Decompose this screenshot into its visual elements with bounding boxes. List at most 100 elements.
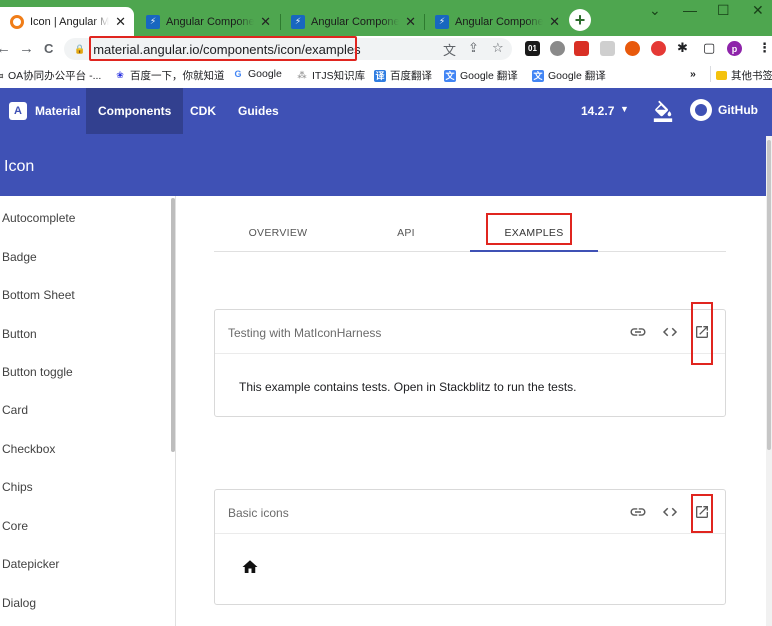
page-title: Icon <box>4 158 35 175</box>
extension-icon[interactable] <box>651 41 666 56</box>
translate-icon[interactable]: 文 <box>443 40 456 59</box>
close-icon[interactable]: ✕ <box>115 14 126 30</box>
browser-tab-title: Angular Components <box>166 15 255 28</box>
open-in-new-icon[interactable] <box>693 504 711 520</box>
browser-tab-title: Icon | Angular Material <box>30 15 110 28</box>
side-panel-icon[interactable]: ▢ <box>703 40 715 56</box>
share-icon[interactable]: ⇪ <box>468 40 479 56</box>
itjs-icon: ⁂ <box>297 70 307 80</box>
extension-badge[interactable]: 01 <box>525 41 540 56</box>
version-selector[interactable]: 14.2.7 <box>581 104 614 118</box>
page-scrollbar-thumb[interactable] <box>767 140 771 450</box>
browser-tab-strip: Icon | Angular Material ✕ ⚡ Angular Comp… <box>0 0 772 36</box>
active-tab-indicator <box>470 250 598 252</box>
bookmarks-overflow-button[interactable]: » <box>690 68 696 80</box>
sidebar-item-datepicker[interactable]: Datepicker <box>2 557 59 571</box>
sidebar-item-bottom-sheet[interactable]: Bottom Sheet <box>2 288 75 302</box>
close-icon[interactable]: ✕ <box>405 14 416 30</box>
link-icon[interactable] <box>629 504 647 520</box>
menu-icon[interactable]: ⋮ <box>758 40 771 56</box>
window-close-icon[interactable]: ✕ <box>752 2 764 19</box>
nav-guides[interactable]: Guides <box>226 88 291 134</box>
nav-components[interactable]: Components <box>86 88 184 134</box>
browser-tab[interactable]: ⚡ Angular Components ✕ <box>136 7 279 36</box>
sidebar-item-button[interactable]: Button <box>2 327 37 341</box>
reload-icon[interactable]: C <box>44 41 53 57</box>
sidebar-item-card[interactable]: Card <box>2 403 28 417</box>
baidu-translate-icon: 译 <box>374 69 386 82</box>
puzzle-icon[interactable]: ✱ <box>677 40 688 56</box>
bookmark-item[interactable]: ❀ 百度一下，你就知道 <box>114 68 224 83</box>
bookmarks-bar: ¤ OA协同办公平台 -... ❀ 百度一下，你就知道 G Google ⁂ I… <box>0 62 772 88</box>
star-icon[interactable]: ☆ <box>492 40 504 56</box>
bookmark-item[interactable]: 译 百度翻译 <box>374 68 432 83</box>
extension-icon[interactable] <box>625 41 640 56</box>
bookmarks-separator <box>710 66 711 82</box>
sidebar-item-checkbox[interactable]: Checkbox <box>2 442 55 456</box>
other-bookmarks[interactable]: 其他书签 <box>716 68 772 83</box>
close-icon[interactable]: ✕ <box>260 14 271 30</box>
content-tab-bar: OVERVIEW API EXAMPLES <box>214 214 726 252</box>
back-icon[interactable]: ← <box>0 41 11 57</box>
stackblitz-icon: ⚡ <box>291 14 305 29</box>
close-icon[interactable]: ✕ <box>549 14 560 30</box>
sidebar-scrollbar[interactable] <box>171 198 175 452</box>
bookmark-favicon-icon: ¤ <box>0 70 4 81</box>
example-card-basic-icons: Basic icons <box>214 489 726 605</box>
stackblitz-icon: ⚡ <box>435 14 449 29</box>
angular-material-icon <box>10 14 24 29</box>
extension-icon[interactable] <box>574 41 589 56</box>
open-in-new-icon[interactable] <box>693 324 711 340</box>
tab-api[interactable]: API <box>342 214 470 252</box>
bookmark-item[interactable]: 文 Google 翻译 <box>532 68 606 83</box>
example-title: Testing with MatIconHarness <box>228 326 382 340</box>
url-text[interactable]: material.angular.io/components/icon/exam… <box>93 42 360 57</box>
page-header: Icon <box>0 134 772 196</box>
google-translate-icon: 文 <box>532 69 544 82</box>
example-description: This example contains tests. Open in Sta… <box>239 380 577 394</box>
sidebar-item-autocomplete[interactable]: Autocomplete <box>2 211 75 225</box>
sidebar-item-core[interactable]: Core <box>2 519 28 533</box>
site-toolbar: A Material Components CDK Guides 14.2.7 … <box>0 88 772 134</box>
example-card-header: Basic icons <box>215 490 725 534</box>
extension-icon[interactable] <box>550 41 565 56</box>
browser-tab[interactable]: ⚡ Angular Components ✕ <box>281 7 424 36</box>
code-icon[interactable] <box>661 504 679 520</box>
bookmark-item[interactable]: ¤ OA协同办公平台 -... <box>0 68 101 83</box>
maximize-icon[interactable]: ☐ <box>717 2 730 19</box>
browser-tab-title: Angular Components <box>311 15 400 28</box>
example-title: Basic icons <box>228 506 289 520</box>
google-icon: G <box>234 69 242 79</box>
component-sidebar: Autocomplete Badge Bottom Sheet Button B… <box>0 196 176 626</box>
browser-tab[interactable]: ⚡ Angular Components ✕ <box>425 7 568 36</box>
browser-tab-title: Angular Components <box>455 15 544 28</box>
lock-icon[interactable]: 🔒 <box>74 44 85 55</box>
browser-tab-active[interactable]: Icon | Angular Material ✕ <box>0 7 134 36</box>
brand-link[interactable]: A Material <box>0 88 92 134</box>
link-icon[interactable] <box>629 324 647 340</box>
tab-examples[interactable]: EXAMPLES <box>470 214 598 252</box>
sidebar-item-button-toggle[interactable]: Button toggle <box>2 365 73 379</box>
profile-avatar[interactable]: p <box>727 41 742 56</box>
github-link[interactable]: GitHub <box>690 99 758 121</box>
code-icon[interactable] <box>661 324 679 340</box>
bookmark-item[interactable]: ⁂ ITJS知识库 <box>296 68 365 83</box>
sidebar-item-badge[interactable]: Badge <box>2 250 37 264</box>
nav-cdk[interactable]: CDK <box>178 88 228 134</box>
extension-icon[interactable] <box>600 41 615 56</box>
google-translate-icon: 文 <box>444 69 456 82</box>
stackblitz-icon: ⚡ <box>146 14 160 29</box>
sidebar-item-chips[interactable]: Chips <box>2 480 33 494</box>
new-tab-button[interactable]: + <box>569 9 591 31</box>
bookmark-item[interactable]: 文 Google 翻译 <box>444 68 518 83</box>
bookmark-item[interactable]: G Google <box>232 68 281 80</box>
tab-overview[interactable]: OVERVIEW <box>214 214 342 252</box>
minimize-icon[interactable]: — <box>683 2 697 18</box>
sidebar-item-dialog[interactable]: Dialog <box>2 596 36 610</box>
chevron-down-icon[interactable]: ▼ <box>620 104 629 114</box>
example-card-testing: Testing with MatIconHarness This example… <box>214 309 726 417</box>
forward-icon[interactable]: → <box>19 41 34 57</box>
theme-picker-icon[interactable] <box>652 100 674 125</box>
github-icon <box>690 99 712 121</box>
tab-search-icon[interactable]: ⌄ <box>649 2 661 19</box>
